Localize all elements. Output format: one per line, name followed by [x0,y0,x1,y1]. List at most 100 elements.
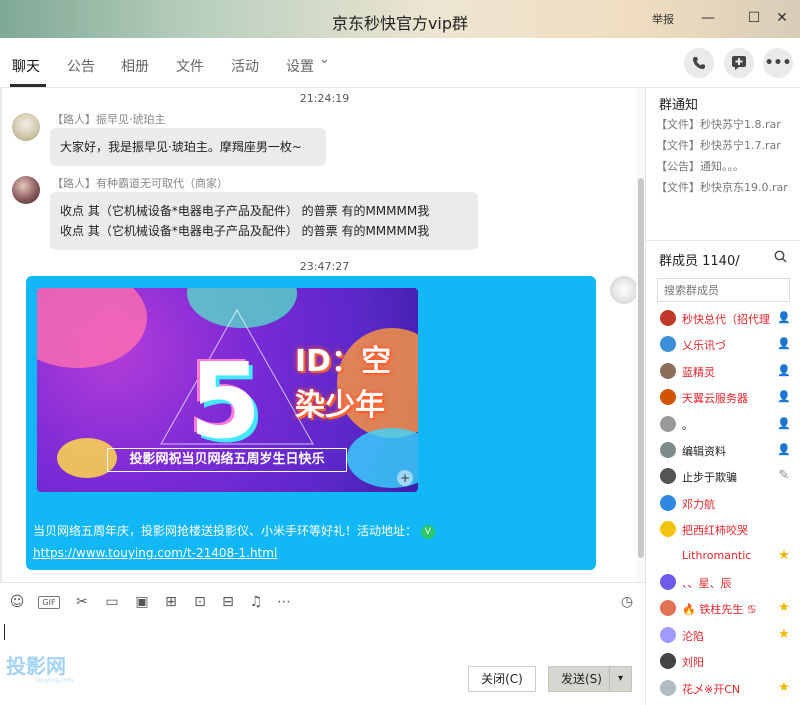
avatar[interactable] [12,176,40,204]
maximize-icon[interactable]: ☐ [744,8,764,28]
member-row[interactable]: Lithromantic ★ [658,546,800,568]
avatar[interactable] [660,574,676,590]
send-button[interactable]: 发送(S) ▾ [548,666,632,692]
star-icon: ★ [778,626,790,642]
member-name[interactable]: 编辑资料 [682,443,726,459]
avatar[interactable] [660,494,676,511]
promo-message-bubble[interactable]: 5 投影网祝当贝网络五周岁生日快乐 ID：空染少年 + 当贝网络五周年庆，投影网… [26,276,596,570]
message-input[interactable]: 投影网 touying.com 关闭(C) 发送(S) ▾ [0,620,645,705]
notice-item[interactable]: 【文件】秒快苏宁1.8.rar [656,116,781,132]
tab-chat[interactable]: 聊天 [12,56,40,76]
member-name[interactable]: 天翼云服务器 [682,390,748,406]
send-options-chevron-icon[interactable]: ▾ [609,667,631,691]
message-timestamp: 21:24:19 [299,92,350,105]
tab-activities[interactable]: 活动 [231,56,259,76]
avatar[interactable] [660,547,676,564]
member-name[interactable]: 。 [682,417,693,433]
chat-panel[interactable]: 21:24:19 【路人】振早见·琥珀主 大家好，我是振早见·琥珀主。摩羯座男一… [0,88,645,582]
member-row[interactable]: 编辑资料 👤 [658,440,800,462]
member-row[interactable]: 把西红柿咬哭 [658,519,800,541]
avatar[interactable] [12,113,40,141]
bell-icon[interactable]: ♫ [247,593,265,611]
history-clock-icon[interactable]: ◷ [618,593,636,611]
avatar[interactable] [660,653,676,670]
promo-banner-image[interactable]: 5 投影网祝当贝网络五周岁生日快乐 ID：空染少年 + [37,288,418,492]
member-name[interactable]: 、、星、辰 [682,575,732,591]
tab-album[interactable]: 相册 [121,56,149,76]
sender-name[interactable]: 【路人】振早见·琥珀主 [52,111,166,127]
tab-files[interactable]: 文件 [176,56,204,76]
member-row[interactable]: 蓝精灵 👤 [658,361,800,383]
more-tools-icon[interactable]: ⋯ [275,593,293,611]
member-row[interactable]: 沦陷 ★ [658,625,800,647]
member-name[interactable]: 乂乐讯づ [682,337,726,353]
minimize-icon[interactable]: — [698,8,718,28]
member-name[interactable]: 止步于欺骗 [682,469,737,485]
avatar[interactable] [660,442,676,458]
add-message-icon[interactable] [724,48,754,78]
member-row[interactable]: 止步于欺骗 ✎ [658,466,800,488]
member-name[interactable]: 秒快总代（招代理 [682,311,770,327]
avatar[interactable] [660,336,676,353]
gif-icon[interactable]: GIF [38,596,60,609]
scissors-icon[interactable]: ✂ [73,593,91,611]
member-name[interactable]: 花乄※开CN [682,681,740,697]
emoji-icon[interactable]: ☺ [8,593,26,611]
avatar[interactable] [660,310,676,326]
red-packet-icon[interactable]: ⊟ [219,593,237,611]
member-row[interactable]: 。 👤 [658,414,800,436]
screen-share-icon[interactable]: ⊞ [162,593,180,611]
member-row[interactable]: 🔥 铁柱先生 ♋ ★ [658,598,800,620]
close-icon[interactable]: ✕ [772,8,792,28]
avatar[interactable] [660,415,676,432]
avatar[interactable] [660,389,676,406]
member-search-input[interactable] [657,278,790,302]
notice-item[interactable]: 【公告】通知。。。 [656,158,744,174]
member-name[interactable]: 邓力航 [682,496,715,512]
member-name[interactable]: Lithromantic [682,549,751,562]
member-name[interactable]: 🔥 铁柱先生 ♋ [682,601,757,617]
avatar[interactable] [660,362,676,379]
image-icon[interactable]: ▣ [133,593,151,611]
verified-badge-icon: V [420,524,435,539]
member-row[interactable]: 乂乐讯づ 👤 [658,334,800,356]
member-row[interactable]: 刘阳 [658,651,800,673]
chat-scrollbar[interactable] [636,88,645,582]
report-link[interactable]: 举报 [652,11,674,27]
gift-icon[interactable]: ⊡ [191,593,209,611]
tab-settings[interactable]: 设置 [286,56,314,76]
close-button[interactable]: 关闭(C) [468,666,536,692]
sender-name[interactable]: 【路人】有种霸道无可取代（商家） [52,175,228,191]
right-sidebar: 群通知 【文件】秒快苏宁1.8.rar 【文件】秒快苏宁1.7.rar 【公告】… [645,88,800,705]
promo-message-text: 当贝网络五周年庆，投影网抢楼送投影仪、小米手环等好礼！活动地址： V https… [33,520,593,564]
search-icon[interactable] [774,250,787,267]
member-name[interactable]: 刘阳 [682,654,704,670]
member-row[interactable]: 秒快总代（招代理 👤 [658,308,800,330]
avatar[interactable] [660,679,676,696]
member-name[interactable]: 把西红柿咬哭 [682,522,748,538]
folder-icon[interactable]: ▭ [103,593,121,611]
avatar[interactable] [660,600,676,617]
scrollbar-thumb[interactable] [638,178,644,558]
message-bubble[interactable]: 收点 其（它机械设备*电器电子产品及配件） 的普票 有的MMMMM我 收点 其（… [50,192,478,250]
avatar[interactable] [660,468,676,485]
notice-item[interactable]: 【文件】秒快苏宁1.7.rar [656,137,781,153]
member-row[interactable]: 邓力航 [658,493,800,515]
tab-announcement[interactable]: 公告 [67,56,95,76]
person-icon: 👤 [777,311,791,324]
zoom-icon[interactable]: + [397,470,413,486]
member-row[interactable]: 天翼云服务器 👤 [658,387,800,409]
promo-link[interactable]: https://www.touying.com/t-21408-1.html [33,546,277,560]
member-row[interactable]: 花乄※开CN ★ [658,678,800,700]
member-name[interactable]: 沦陷 [682,628,704,644]
member-row[interactable]: 、、星、辰 [658,572,800,594]
member-name[interactable]: 蓝精灵 [682,364,715,380]
message-bubble[interactable]: 大家好，我是振早见·琥珀主。摩羯座男一枚~ [50,128,326,166]
phone-icon[interactable] [684,48,714,78]
more-options-icon[interactable]: ••• [763,48,793,78]
avatar[interactable] [660,521,676,538]
notice-item[interactable]: 【文件】秒快京东19.0.rar [656,179,788,195]
avatar[interactable] [660,626,676,643]
chevron-down-icon[interactable]: ⌄ [319,52,330,67]
avatar[interactable] [610,276,638,304]
